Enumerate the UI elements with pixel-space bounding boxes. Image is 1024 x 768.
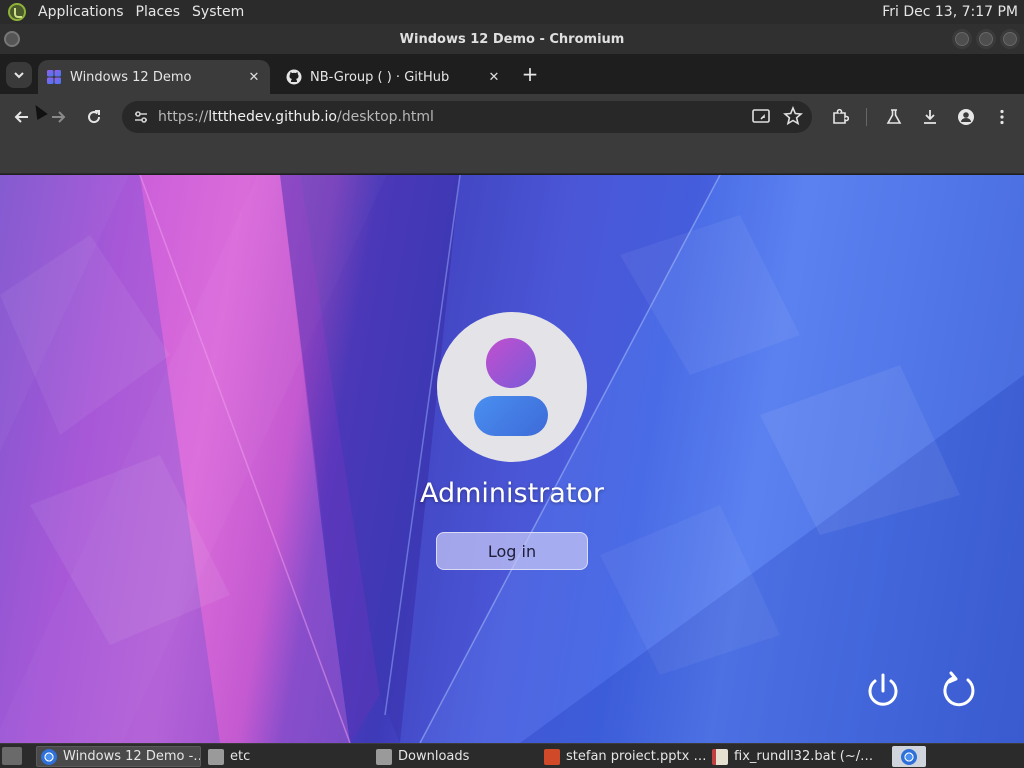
window-menu-icon[interactable] (4, 31, 20, 47)
task-etc[interactable]: etc (204, 746, 369, 767)
tab-windows-12-demo[interactable]: Windows 12 Demo ✕ (38, 60, 270, 94)
reload-button[interactable] (80, 103, 108, 131)
tab-github[interactable]: NB-Group ( ) · GitHub ✕ (278, 60, 510, 94)
task-downloads[interactable]: Downloads (372, 746, 537, 767)
star-icon[interactable] (782, 105, 804, 127)
system-menu-bar: Applications Places System (0, 0, 252, 24)
windows-logo-icon (47, 70, 61, 84)
window-titlebar[interactable]: Windows 12 Demo - Chromium (0, 24, 1024, 54)
avatar-head-icon (486, 338, 536, 388)
omnibox-actions (750, 105, 804, 127)
close-tab-icon[interactable]: ✕ (244, 70, 264, 85)
cast-icon[interactable] (750, 105, 772, 127)
window-controls (952, 29, 1020, 49)
distro-logo-icon[interactable] (8, 3, 26, 21)
avatar-body-icon (474, 396, 548, 436)
chevron-down-icon (14, 72, 24, 79)
system-panel: Applications Places System Fri Dec 13, 7… (0, 0, 1024, 24)
person-icon (958, 109, 974, 125)
downloads-button[interactable] (916, 103, 944, 131)
forward-button[interactable] (44, 103, 72, 131)
toolbar-extension-area (0, 140, 1024, 174)
arrow-right-icon (52, 111, 66, 123)
task-label: Downloads (398, 749, 470, 764)
tab-search-button[interactable] (6, 62, 32, 88)
flask-icon (886, 109, 902, 124)
presentation-file-icon (544, 748, 560, 765)
chromium-icon (41, 748, 57, 765)
login-button[interactable]: Log in (436, 532, 588, 570)
system-clock[interactable]: Fri Dec 13, 7:17 PM (882, 4, 1018, 20)
extensions-button[interactable] (826, 103, 854, 131)
chromium-icon (901, 748, 917, 765)
menu-system[interactable]: System (188, 4, 252, 20)
login-panel: Administrator Log in (412, 310, 612, 580)
task-label: etc (230, 749, 251, 764)
url-host: lttthedev.github.io (208, 109, 337, 125)
username-label: Administrator (419, 478, 605, 509)
kebab-menu-icon (1000, 109, 1004, 125)
url-scheme: https:// (158, 109, 209, 125)
menu-applications[interactable]: Applications (34, 4, 132, 20)
reload-icon (88, 110, 101, 124)
show-desktop-button[interactable] (2, 747, 22, 765)
address-bar[interactable]: https://lttthedev.github.io/desktop.html (122, 101, 812, 133)
tab-label: Windows 12 Demo (70, 69, 192, 85)
window-title: Windows 12 Demo - Chromium (399, 31, 625, 47)
tab-label: NB-Group ( ) · GitHub (310, 69, 450, 85)
download-icon (924, 110, 936, 124)
close-window-button[interactable] (1000, 29, 1020, 49)
task-pptx[interactable]: stefan proiect.pptx … (540, 746, 705, 767)
close-tab-icon[interactable]: ✕ (484, 70, 504, 85)
task-chromium[interactable]: Windows 12 Demo -… (36, 746, 201, 767)
labs-button[interactable] (880, 103, 908, 131)
url-path: /desktop.html (336, 109, 434, 125)
tab-strip: Windows 12 Demo ✕ NB-Group ( ) · GitHub … (0, 54, 1024, 94)
restart-icon[interactable] (938, 670, 980, 712)
task-label: fix_rundll32.bat (~/… (734, 749, 873, 764)
profile-button[interactable] (952, 103, 980, 131)
task-label: stefan proiect.pptx … (566, 749, 705, 764)
bottom-taskbar: Windows 12 Demo -… etc Downloads stefan … (0, 743, 1024, 768)
text-editor-icon (712, 748, 728, 765)
github-icon (286, 69, 302, 85)
folder-icon (376, 748, 392, 765)
arrow-left-icon (14, 111, 28, 123)
minimize-button[interactable] (952, 29, 972, 49)
new-tab-button[interactable]: + (518, 62, 542, 86)
toolbar-separator (866, 108, 867, 126)
menu-places[interactable]: Places (132, 4, 189, 20)
browser-toolbar: https://lttthedev.github.io/desktop.html (0, 94, 1024, 140)
task-bat-file[interactable]: fix_rundll32.bat (~/… (708, 746, 873, 767)
maximize-button[interactable] (976, 29, 996, 49)
task-label: Windows 12 Demo -… (63, 749, 201, 764)
user-avatar (437, 312, 587, 462)
web-content-lock-screen[interactable]: Administrator Log in (0, 175, 1024, 743)
browser-menu-button[interactable] (988, 103, 1016, 131)
tune-icon (135, 111, 147, 123)
tray-chromium-button[interactable] (892, 746, 926, 767)
folder-icon (208, 748, 224, 765)
power-icon[interactable] (862, 670, 904, 712)
site-info-button[interactable] (126, 109, 156, 125)
puzzle-icon (833, 108, 849, 124)
url-text[interactable]: https://lttthedev.github.io/desktop.html (158, 109, 434, 125)
